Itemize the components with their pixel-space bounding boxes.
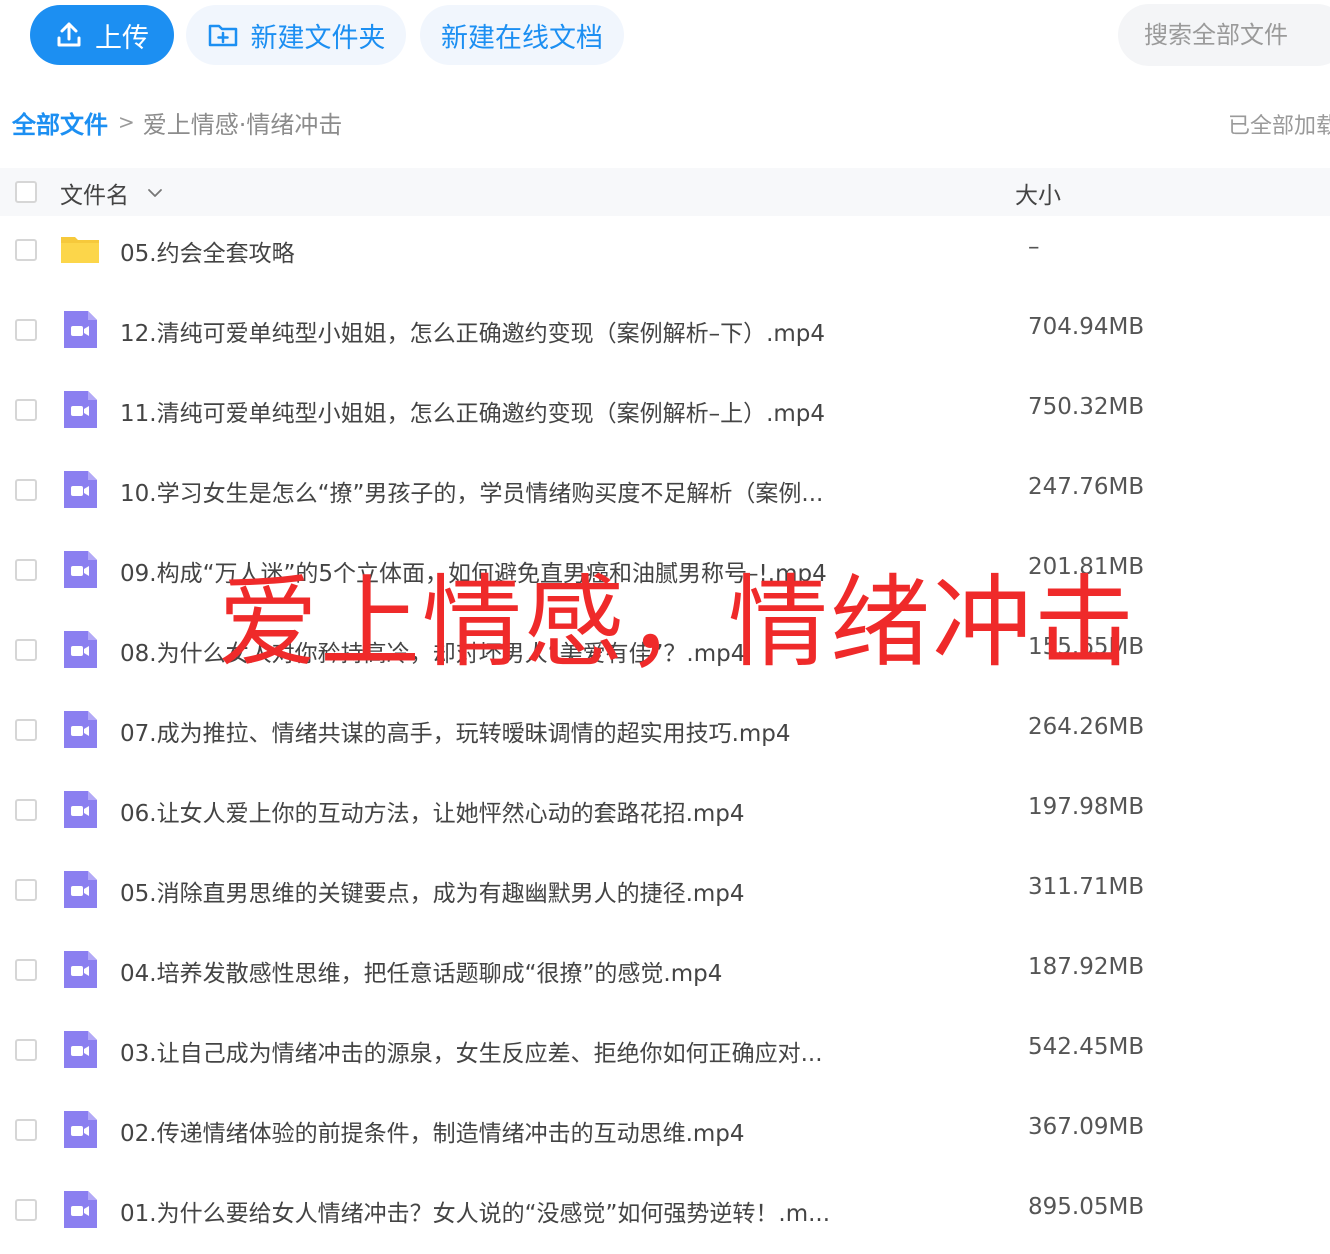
table-row[interactable]: 10.学习女生是怎么“撩”男孩子的，学员情绪购买度不足解析（案例... 247.… [0,450,1330,530]
row-checkbox[interactable] [15,1039,37,1061]
video-file-icon [64,951,97,988]
file-size: 895.05MB [1028,1194,1145,1220]
row-checkbox[interactable] [15,959,37,981]
breadcrumb-current: 爱上情感·情绪冲击 [142,110,343,139]
add-folder-icon [208,24,237,47]
file-size: 197.98MB [1028,794,1145,820]
file-size: 187.92MB [1028,954,1145,980]
new-online-doc-label: 新建在线文档 [441,22,603,54]
file-name[interactable]: 05.消除直男思维的关键要点，成为有趣幽默男人的捷径.mp4 [120,874,745,908]
video-file-icon [64,791,97,828]
table-header: 文件名 大小 [0,168,1330,216]
video-file-icon [64,471,97,508]
file-name[interactable]: 03.让自己成为情绪冲击的源泉，女生反应差、拒绝你如何正确应对... [120,1034,823,1068]
table-row[interactable]: 04.培养发散感性思维，把任意话题聊成“很撩”的感觉.mp4 187.92MB [0,930,1330,1010]
file-name[interactable]: 02.传递情绪体验的前提条件，制造情绪冲击的互动思维.mp4 [120,1114,745,1148]
search-input[interactable]: 搜索全部文件 [1118,4,1330,66]
file-size: – [1028,234,1040,260]
select-all-checkbox[interactable] [15,181,37,203]
table-row[interactable]: 11.清纯可爱单纯型小姐姐，怎么正确邀约变现（案例解析–上）.mp4 750.3… [0,370,1330,450]
video-file-icon [64,711,97,748]
file-size: 367.09MB [1028,1114,1145,1140]
new-online-doc-button[interactable]: 新建在线文档 [420,5,624,65]
row-checkbox[interactable] [15,1199,37,1221]
file-name[interactable]: 11.清纯可爱单纯型小姐姐，怎么正确邀约变现（案例解析–上）.mp4 [120,394,825,428]
file-size: 264.26MB [1028,714,1145,740]
upload-button[interactable]: 上传 [30,5,174,65]
file-name[interactable]: 01.为什么要给女人情绪冲击？女人说的“没感觉”如何强势逆转！.m... [120,1194,830,1228]
video-file-icon [64,311,97,348]
file-name[interactable]: 06.让女人爱上你的互动方法，让她怦然心动的套路花招.mp4 [120,794,745,828]
row-checkbox[interactable] [15,639,37,661]
row-checkbox[interactable] [15,799,37,821]
file-size: 704.94MB [1028,314,1145,340]
breadcrumb-root[interactable]: 全部文件 [12,105,108,140]
row-checkbox[interactable] [15,559,37,581]
name-column-label: 文件名 [60,183,129,209]
table-row[interactable]: 03.让自己成为情绪冲击的源泉，女生反应差、拒绝你如何正确应对... 542.4… [0,1010,1330,1090]
name-column-header[interactable]: 文件名 [60,176,163,210]
row-checkbox[interactable] [15,239,37,261]
watermark-overlay-text: 爱上情感，情绪冲击 [218,564,1136,681]
table-row[interactable]: 06.让女人爱上你的互动方法，让她怦然心动的套路花招.mp4 197.98MB [0,770,1330,850]
video-file-icon [64,631,97,668]
row-checkbox[interactable] [15,479,37,501]
breadcrumb-separator: > [118,110,135,134]
new-folder-label: 新建文件夹 [250,22,386,54]
upload-icon [57,22,81,47]
breadcrumb: 全部文件 > 爱上情感·情绪冲击 [12,104,342,140]
row-checkbox[interactable] [15,1119,37,1141]
file-size: 750.32MB [1028,394,1145,420]
row-checkbox[interactable] [15,399,37,421]
video-file-icon [64,1111,97,1148]
file-size: 542.45MB [1028,1034,1145,1060]
table-row[interactable]: 12.清纯可爱单纯型小姐姐，怎么正确邀约变现（案例解析–下）.mp4 704.9… [0,290,1330,370]
row-checkbox[interactable] [15,719,37,741]
video-file-icon [64,871,97,908]
file-name[interactable]: 10.学习女生是怎么“撩”男孩子的，学员情绪购买度不足解析（案例... [120,474,823,508]
file-size: 247.76MB [1028,474,1145,500]
table-row[interactable]: 01.为什么要给女人情绪冲击？女人说的“没感觉”如何强势逆转！.m... 895… [0,1170,1330,1250]
video-file-icon [64,391,97,428]
file-name[interactable]: 05.约会全套攻略 [120,234,295,268]
loaded-status: 已全部加载 [1228,114,1330,139]
file-name[interactable]: 12.清纯可爱单纯型小姐姐，怎么正确邀约变现（案例解析–下）.mp4 [120,314,825,348]
file-name[interactable]: 04.培养发散感性思维，把任意话题聊成“很撩”的感觉.mp4 [120,954,722,988]
table-row[interactable]: 05.消除直男思维的关键要点，成为有趣幽默男人的捷径.mp4 311.71MB [0,850,1330,930]
row-checkbox[interactable] [15,319,37,341]
search-placeholder: 搜索全部文件 [1144,21,1288,49]
video-file-icon [64,1031,97,1068]
video-file-icon [64,1191,97,1228]
upload-label: 上传 [95,22,149,54]
video-file-icon [64,551,97,588]
file-name[interactable]: 07.成为推拉、情绪共谋的高手，玩转暧昧调情的超实用技巧.mp4 [120,714,791,748]
file-size: 311.71MB [1028,874,1145,900]
chevron-down-icon [148,189,162,197]
new-folder-button[interactable]: 新建文件夹 [186,5,406,65]
folder-icon [61,237,99,263]
size-column-header[interactable]: 大小 [1015,176,1061,210]
table-row[interactable]: 02.传递情绪体验的前提条件，制造情绪冲击的互动思维.mp4 367.09MB [0,1090,1330,1170]
table-row[interactable]: 05.约会全套攻略 – [0,210,1330,290]
toolbar: 上传 新建文件夹 新建在线文档 搜索全部文件 [0,0,1330,70]
table-row[interactable]: 07.成为推拉、情绪共谋的高手，玩转暧昧调情的超实用技巧.mp4 264.26M… [0,690,1330,770]
row-checkbox[interactable] [15,879,37,901]
